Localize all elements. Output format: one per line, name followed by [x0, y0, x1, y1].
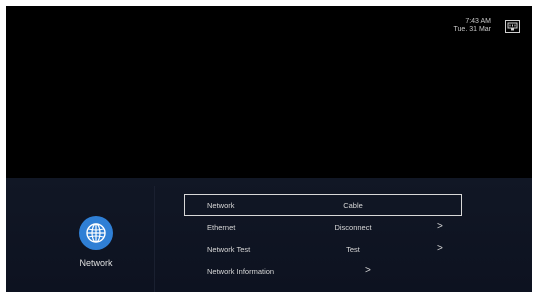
chevron-right-icon: > — [437, 221, 443, 232]
menu-item-network-test[interactable]: Network Test Test > — [184, 238, 462, 260]
panel-divider — [154, 186, 155, 292]
category-label: Network — [79, 258, 113, 268]
settings-panel: Network Network Cable Ethernet Disconnec… — [6, 178, 532, 292]
menu-item-label: Ethernet — [207, 223, 236, 232]
chevron-right-icon: > — [365, 265, 371, 276]
tv-screen: 7:43 AM Tue. 31 Mar Network Network Cabl… — [6, 6, 532, 292]
chevron-right-icon: > — [437, 243, 443, 254]
menu-item-label: Network — [207, 201, 235, 210]
status-clock: 7:43 AM Tue. 31 Mar — [454, 18, 491, 34]
globe-icon — [79, 216, 113, 250]
status-time: 7:43 AM — [465, 18, 491, 25]
network-menu: Network Cable Ethernet Disconnect > Netw… — [184, 194, 462, 282]
menu-item-network-information[interactable]: Network Information > — [184, 260, 462, 282]
wired-network-icon — [505, 20, 520, 33]
category-network[interactable]: Network — [56, 216, 136, 268]
menu-item-label: Network Test — [207, 245, 251, 254]
menu-item-network[interactable]: Network Cable — [184, 194, 462, 216]
status-date: Tue. 31 Mar — [453, 26, 491, 33]
menu-item-ethernet[interactable]: Ethernet Disconnect > — [184, 216, 462, 238]
menu-item-label: Network Information — [207, 267, 275, 276]
